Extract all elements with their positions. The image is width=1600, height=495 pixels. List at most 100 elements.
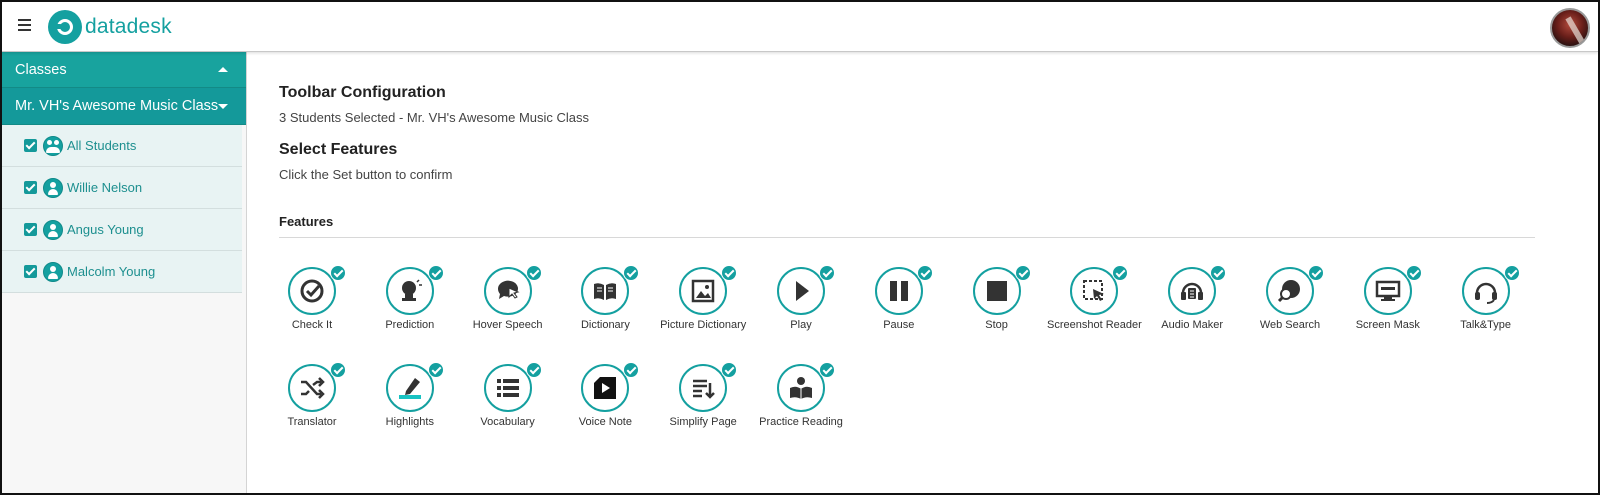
picture-dictionary-icon bbox=[679, 267, 728, 315]
student-name: All Students bbox=[67, 138, 137, 153]
feature-screen-mask[interactable]: Screen Mask bbox=[1336, 265, 1440, 347]
student-checkbox[interactable] bbox=[24, 181, 37, 194]
feature-voice-note[interactable]: Voice Note bbox=[553, 362, 657, 444]
feature-simplify-page[interactable]: Simplify Page bbox=[651, 362, 755, 444]
check-badge-icon bbox=[1014, 265, 1031, 281]
highlights-icon bbox=[385, 364, 434, 412]
feature-check-it[interactable]: Check It bbox=[260, 265, 364, 347]
page-title: Toolbar Configuration bbox=[279, 84, 446, 101]
feature-pause[interactable]: Pause bbox=[847, 265, 951, 347]
feature-label: Hover Speech bbox=[472, 319, 543, 331]
student-checkbox[interactable] bbox=[24, 139, 37, 152]
feature-label: Check It bbox=[291, 319, 333, 331]
talk-type-icon bbox=[1461, 267, 1510, 315]
feature-label: Audio Maker bbox=[1161, 319, 1224, 331]
feature-label: Dictionary bbox=[580, 319, 630, 331]
logo-mark-icon bbox=[48, 10, 82, 44]
student-item[interactable]: Malcolm Young bbox=[2, 251, 242, 293]
divider bbox=[279, 237, 1535, 238]
feature-label: Prediction bbox=[385, 319, 435, 331]
app-frame: datadesk Classes Mr. VH's Awesome Music … bbox=[0, 0, 1600, 495]
student-name: Willie Nelson bbox=[67, 180, 143, 195]
check-badge-icon bbox=[819, 362, 835, 378]
check-badge-icon bbox=[525, 265, 542, 281]
student-item-all[interactable]: All Students bbox=[2, 125, 242, 167]
check-badge-icon bbox=[721, 362, 738, 378]
user-icon bbox=[43, 261, 63, 282]
feature-vocabulary[interactable]: Vocabulary bbox=[456, 362, 560, 444]
simplify-page-icon bbox=[679, 364, 728, 412]
feature-prediction[interactable]: Prediction bbox=[358, 265, 462, 347]
check-badge-icon bbox=[1503, 265, 1520, 281]
check-badge-icon bbox=[1112, 265, 1129, 281]
feature-hover-speech[interactable]: Hover Speech bbox=[456, 265, 560, 347]
feature-label: Web Search bbox=[1259, 319, 1321, 331]
class-name: Mr. VH's Awesome Music Class bbox=[15, 98, 219, 114]
check-badge-icon bbox=[427, 265, 444, 281]
user-icon bbox=[43, 177, 63, 198]
student-checkbox[interactable] bbox=[24, 223, 37, 236]
pause-icon bbox=[874, 267, 923, 315]
check-badge-icon bbox=[525, 362, 542, 378]
feature-translator[interactable]: Translator bbox=[260, 362, 364, 444]
top-bar: datadesk bbox=[2, 2, 1598, 52]
feature-label: Screenshot Reader bbox=[1047, 319, 1142, 331]
feature-label: Simplify Page bbox=[669, 416, 737, 428]
check-badge-icon bbox=[1405, 265, 1422, 281]
check-badge-icon bbox=[721, 265, 738, 281]
class-header[interactable]: Mr. VH's Awesome Music Class bbox=[2, 88, 246, 125]
check-badge-icon bbox=[1210, 265, 1227, 281]
check-badge-icon bbox=[330, 265, 346, 281]
feature-audio-maker[interactable]: Audio Maker bbox=[1140, 265, 1244, 347]
student-checkbox[interactable] bbox=[24, 265, 37, 278]
main-panel: Toolbar Configuration 3 Students Selecte… bbox=[247, 52, 1598, 493]
play-icon bbox=[777, 267, 825, 315]
check-badge-icon bbox=[623, 362, 640, 378]
feature-picture-dictionary[interactable]: Picture Dictionary bbox=[651, 265, 755, 347]
check-badge-icon bbox=[916, 265, 933, 281]
student-item[interactable]: Willie Nelson bbox=[2, 167, 242, 209]
feature-label: Screen Mask bbox=[1355, 319, 1420, 331]
stop-icon bbox=[972, 267, 1021, 315]
check-it-icon bbox=[288, 267, 336, 315]
check-badge-icon bbox=[427, 362, 444, 378]
group-icon bbox=[43, 135, 63, 156]
practice-reading-icon bbox=[777, 364, 825, 412]
feature-highlights[interactable]: Highlights bbox=[358, 362, 462, 444]
feature-label: Vocabulary bbox=[480, 416, 535, 428]
feature-screenshot-reader[interactable]: Screenshot Reader bbox=[1042, 265, 1146, 347]
avatar[interactable] bbox=[1550, 8, 1590, 48]
feature-label: Picture Dictionary bbox=[660, 319, 747, 331]
voice-note-icon bbox=[581, 364, 630, 412]
check-badge-icon bbox=[1308, 265, 1324, 281]
feature-dictionary[interactable]: Dictionary bbox=[553, 265, 657, 347]
feature-label: Play bbox=[790, 319, 812, 331]
prediction-icon bbox=[385, 267, 434, 315]
feature-talk-type[interactable]: Talk&Type bbox=[1434, 265, 1538, 347]
feature-web-search[interactable]: Web Search bbox=[1238, 265, 1342, 347]
check-badge-icon bbox=[623, 265, 640, 281]
caret-down-icon bbox=[218, 104, 228, 109]
screen-mask-icon bbox=[1363, 267, 1412, 315]
translator-icon bbox=[288, 364, 336, 412]
screenshot-reader-icon bbox=[1070, 267, 1119, 315]
menu-icon[interactable] bbox=[18, 19, 34, 33]
feature-practice-reading[interactable]: Practice Reading bbox=[749, 362, 853, 444]
vocabulary-icon bbox=[483, 364, 532, 412]
app-logo[interactable]: datadesk bbox=[48, 10, 172, 44]
student-item[interactable]: Angus Young bbox=[2, 209, 242, 251]
sidebar: Classes Mr. VH's Awesome Music Class All… bbox=[2, 52, 247, 493]
feature-label: Highlights bbox=[385, 416, 434, 428]
feature-label: Practice Reading bbox=[759, 416, 843, 428]
feature-play[interactable]: Play bbox=[749, 265, 853, 347]
feature-stop[interactable]: Stop bbox=[945, 265, 1049, 347]
student-name: Malcolm Young bbox=[67, 264, 156, 279]
classes-label: Classes bbox=[15, 61, 67, 78]
select-features-title: Select Features bbox=[279, 141, 398, 158]
dictionary-icon bbox=[581, 267, 630, 315]
student-name: Angus Young bbox=[67, 222, 144, 237]
classes-header[interactable]: Classes bbox=[2, 52, 246, 88]
feature-label: Translator bbox=[287, 416, 337, 428]
check-badge-icon bbox=[330, 362, 346, 378]
feature-label: Talk&Type bbox=[1460, 319, 1511, 331]
